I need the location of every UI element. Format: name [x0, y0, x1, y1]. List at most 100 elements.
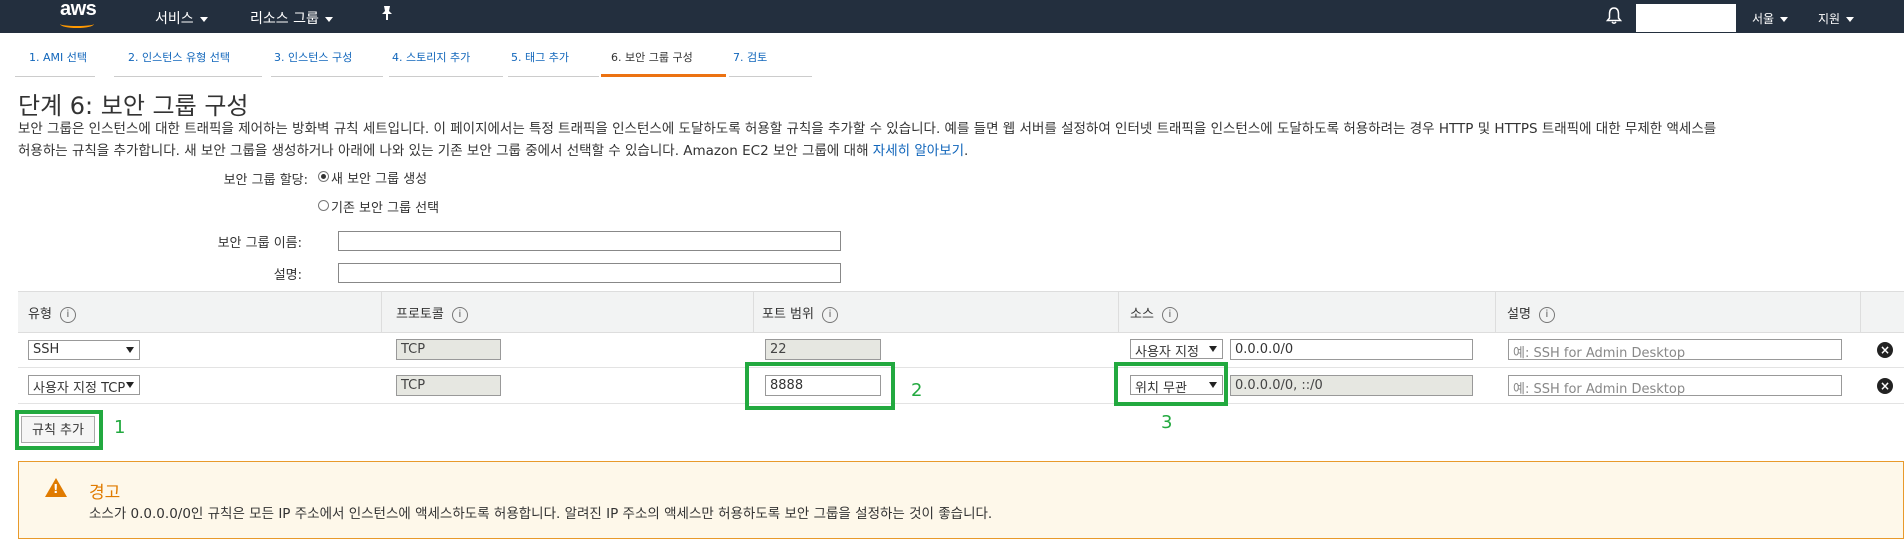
step-security-group[interactable]: 6. 보안 그룹 구성	[611, 49, 693, 65]
description-line-2: 허용하는 규칙을 추가합니다. 새 보안 그룹을 생성하거나 아래에 나와 있는…	[18, 140, 1898, 162]
warning-alert: ! 경고 소스가 0.0.0.0/0인 규칙은 모든 IP 주소에서 인스턴스에…	[18, 461, 1904, 539]
step-ami[interactable]: 1. AMI 선택	[29, 49, 87, 65]
column-divider	[1860, 292, 1861, 332]
column-divider	[381, 292, 382, 332]
annotation-box-3	[1114, 362, 1228, 406]
rule-port-field: 22	[765, 339, 881, 360]
remove-rule-icon[interactable]: ×	[1877, 342, 1893, 358]
chevron-down-icon	[1209, 346, 1217, 352]
security-group-name-input[interactable]	[338, 231, 841, 251]
assign-security-group-label: 보안 그룹 할당:	[223, 173, 308, 188]
chevron-down-icon	[1780, 17, 1789, 22]
aws-logo-smile	[60, 20, 94, 28]
header-type: 유형 i	[28, 303, 76, 323]
step-underline	[271, 76, 383, 77]
learn-more-link[interactable]: 자세히 알아보기	[873, 143, 964, 159]
step-add-storage[interactable]: 4. 스토리지 추가	[392, 49, 470, 65]
chevron-down-icon	[324, 16, 333, 22]
step-add-tags[interactable]: 5. 태그 추가	[511, 49, 569, 65]
rule-protocol-field: TCP	[396, 339, 501, 360]
rule-source-cidr-input[interactable]: 0.0.0.0/0	[1230, 339, 1473, 360]
step-underline	[389, 76, 503, 77]
account-menu[interactable]	[1636, 4, 1736, 32]
header-port-range: 포트 범위 i	[762, 303, 838, 323]
header-description-label: 설명	[1507, 307, 1531, 322]
security-group-description-input[interactable]	[338, 263, 841, 283]
resource-groups-label: 리소스 그룹	[250, 11, 319, 27]
rule-type-select[interactable]: 사용자 지정 TCP	[28, 375, 140, 395]
step-instance-type[interactable]: 2. 인스턴스 유형 선택	[128, 49, 230, 65]
warning-title: 경고	[89, 483, 121, 503]
info-icon[interactable]: i	[821, 307, 838, 323]
services-menu[interactable]: 서비스	[155, 8, 208, 28]
radio-unselected-icon	[318, 200, 329, 211]
annotation-box-2	[745, 362, 895, 410]
row-divider	[18, 367, 1904, 368]
rule-type-value: 사용자 지정 TCP	[33, 381, 126, 395]
chevron-down-icon	[126, 347, 134, 353]
page-title: 단계 6: 보안 그룹 구성	[18, 92, 249, 120]
annotation-box-1	[15, 410, 103, 450]
row-divider	[18, 403, 1904, 404]
column-divider	[1118, 292, 1119, 332]
rule-type-select[interactable]: SSH	[28, 340, 140, 360]
radio-new-security-group[interactable]: 새 보안 그룹 생성	[318, 168, 427, 187]
region-menu[interactable]: 서울	[1752, 10, 1789, 27]
info-icon[interactable]: i	[1538, 307, 1555, 323]
radio-existing-label: 기존 보안 그룹 선택	[331, 201, 440, 216]
header-source-label: 소스	[1130, 307, 1154, 322]
page-description: 보안 그룹은 인스턴스에 대한 트래픽을 제어하는 방화벽 규칙 세트입니다. …	[18, 118, 1898, 162]
info-icon[interactable]: i	[1161, 307, 1178, 323]
header-type-label: 유형	[28, 307, 52, 322]
rule-source-select[interactable]: 사용자 지정	[1130, 339, 1223, 359]
annotation-number-1: 1	[114, 417, 126, 438]
step-active-indicator	[601, 74, 726, 77]
remove-rule-icon[interactable]: ×	[1877, 378, 1893, 394]
region-label: 서울	[1752, 12, 1775, 26]
annotation-number-2: 2	[911, 380, 923, 401]
chevron-down-icon	[126, 382, 134, 388]
radio-new-label: 새 보안 그룹 생성	[331, 172, 428, 187]
support-menu[interactable]: 지원	[1818, 10, 1855, 27]
rule-source-select-value: 사용자 지정	[1135, 345, 1199, 359]
description-line-1: 보안 그룹은 인스턴스에 대한 트래픽을 제어하는 방화벽 규칙 세트입니다. …	[18, 121, 1717, 137]
warning-icon: !	[45, 478, 67, 497]
step-underline	[114, 76, 262, 77]
rule-description-input[interactable]: 예: SSH for Admin Desktop	[1508, 375, 1842, 396]
step-underline	[729, 76, 812, 77]
step-review[interactable]: 7. 검토	[733, 49, 767, 65]
header-source: 소스 i	[1130, 303, 1178, 323]
column-divider	[1495, 292, 1496, 332]
rule-description-input[interactable]: 예: SSH for Admin Desktop	[1508, 339, 1842, 360]
description-text: 허용하는 규칙을 추가합니다. 새 보안 그룹을 생성하거나 아래에 나와 있는…	[18, 143, 869, 159]
radio-selected-icon	[318, 171, 329, 182]
header-protocol: 프로토콜 i	[396, 303, 468, 323]
info-icon[interactable]: i	[59, 307, 76, 323]
radio-existing-security-group[interactable]: 기존 보안 그룹 선택	[318, 197, 439, 216]
services-label: 서비스	[155, 11, 194, 27]
rule-source-cidr-field: 0.0.0.0/0, ::/0	[1230, 375, 1473, 396]
info-icon[interactable]: i	[451, 307, 468, 323]
header-protocol-label: 프로토콜	[396, 307, 444, 322]
chevron-down-icon	[1846, 17, 1855, 22]
top-nav-bar: aws 서비스 리소스 그룹 서울 지원	[0, 0, 1904, 33]
header-port-range-label: 포트 범위	[762, 307, 814, 322]
security-group-name-label: 보안 그룹 이름:	[217, 236, 302, 251]
support-label: 지원	[1818, 12, 1841, 26]
annotation-number-3: 3	[1161, 412, 1173, 433]
header-description: 설명 i	[1507, 303, 1555, 323]
aws-logo[interactable]: aws	[60, 0, 97, 21]
column-divider	[753, 292, 754, 332]
warning-text: 소스가 0.0.0.0/0인 규칙은 모든 IP 주소에서 인스턴스에 액세스하…	[89, 506, 993, 522]
rules-table-header: 유형 i 프로토콜 i 포트 범위 i 소스 i 설명 i	[18, 291, 1904, 333]
chevron-down-icon	[199, 16, 208, 22]
warning-glyph: !	[53, 482, 59, 496]
resource-groups-menu[interactable]: 리소스 그룹	[250, 8, 333, 28]
step-underline	[15, 76, 95, 77]
bell-icon[interactable]	[1605, 7, 1623, 29]
pin-icon[interactable]	[380, 5, 394, 25]
rule-protocol-field: TCP	[396, 375, 501, 396]
step-underline	[508, 76, 599, 77]
step-configure-instance[interactable]: 3. 인스턴스 구성	[274, 49, 352, 65]
rule-type-value: SSH	[33, 342, 60, 357]
